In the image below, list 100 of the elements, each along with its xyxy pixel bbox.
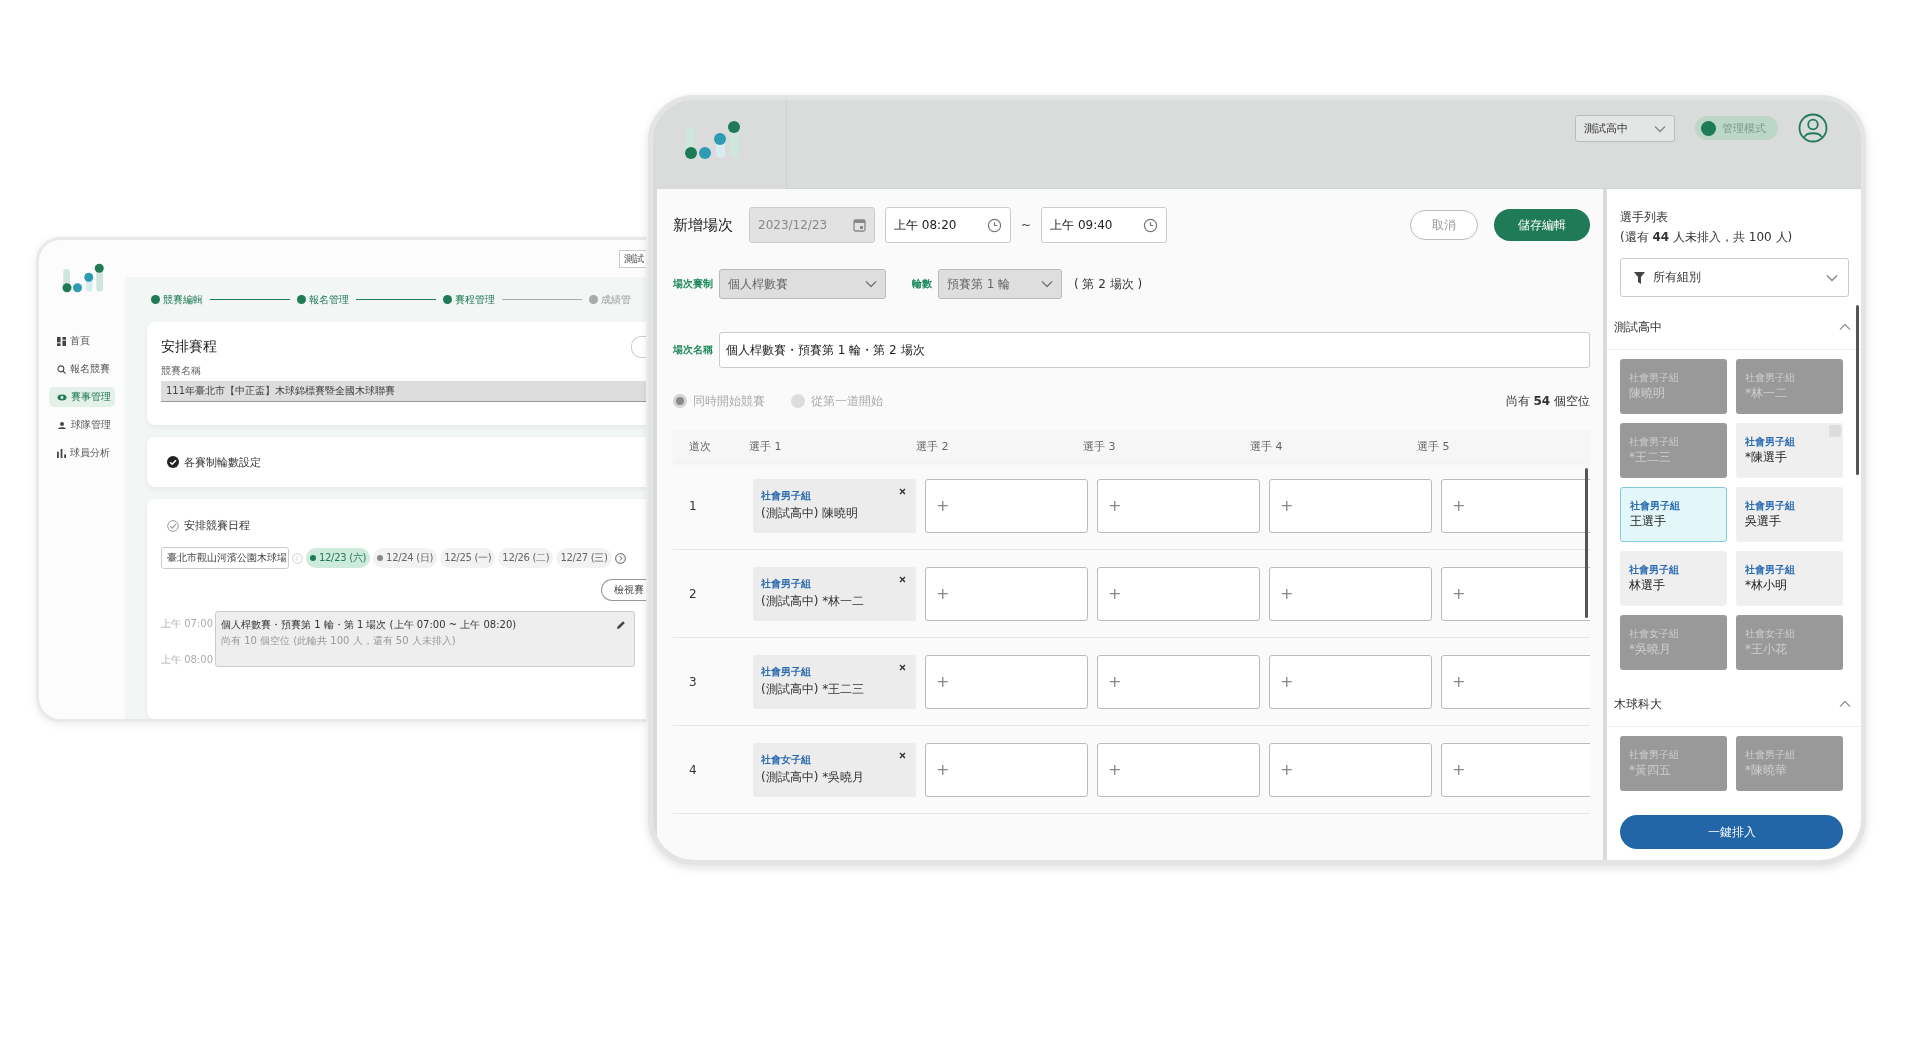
date-chip[interactable]: 12/27 (三): [556, 548, 612, 568]
auto-assign-button[interactable]: 一鍵排入: [1620, 815, 1843, 849]
step-label[interactable]: 報名管理: [309, 292, 349, 307]
session-number: ( 第 2 場次 ): [1074, 275, 1143, 293]
player-chip[interactable]: 社會男子組 (測試高中) 陳曉明: [753, 478, 916, 533]
nav-item[interactable]: 球員分析: [49, 443, 115, 463]
logo-icon: [61, 263, 106, 293]
add-player-slot[interactable]: +: [1441, 654, 1590, 709]
nav-item[interactable]: 球隊管理: [49, 415, 115, 435]
time-field[interactable]: 上午 09:40: [1041, 207, 1168, 243]
clock-icon: [1143, 217, 1159, 233]
school-select[interactable]: 測試: [619, 249, 646, 268]
section-title: 安排競賽日程: [184, 518, 250, 533]
close-icon[interactable]: [899, 663, 906, 671]
arrow-right-icon[interactable]: [614, 552, 626, 564]
column-header: 選手 2: [916, 438, 950, 454]
add-player-slot[interactable]: +: [925, 478, 1088, 533]
chevron-down-icon: [1654, 124, 1666, 133]
chevron-up-icon[interactable]: [1839, 700, 1851, 708]
add-player-slot[interactable]: +: [925, 654, 1088, 709]
chevron-down-icon: [1041, 280, 1053, 288]
cancel-button[interactable]: 取消: [1410, 210, 1478, 240]
nav-item[interactable]: 報名競賽: [49, 359, 115, 379]
add-player-slot[interactable]: +: [1441, 478, 1590, 533]
add-player-slot[interactable]: +: [925, 566, 1088, 621]
section-title: 各賽制輪數設定: [184, 454, 261, 470]
school-heading[interactable]: 木球科大: [1614, 695, 1662, 713]
time-field[interactable]: 上午 08:20: [885, 207, 1011, 243]
field-label: 輪數: [912, 277, 932, 291]
column-header: 選手 5: [1417, 438, 1451, 454]
user-icon[interactable]: [1798, 113, 1828, 143]
step-label[interactable]: 賽程管理: [455, 292, 495, 307]
venue-select[interactable]: 臺北市觀山河濱公園木球場: [161, 547, 289, 569]
chevron-up-icon[interactable]: [1839, 323, 1851, 331]
person-icon: [57, 420, 67, 430]
column-header: 道次: [689, 438, 712, 454]
panel-title: 選手列表: [1619, 209, 1669, 226]
lane-number: 4: [689, 762, 698, 777]
group-filter[interactable]: 所有組別: [1620, 258, 1849, 297]
add-player-slot[interactable]: +: [1097, 742, 1260, 797]
vacancy-count: 尚有 54 個空位: [1505, 392, 1590, 410]
add-player-slot[interactable]: +: [1097, 566, 1260, 621]
add-player-slot[interactable]: +: [925, 742, 1088, 797]
pencil-icon[interactable]: [616, 620, 626, 630]
calendar-icon: [853, 218, 866, 232]
add-player-slot[interactable]: +: [1269, 566, 1432, 621]
step-label[interactable]: 成績管: [601, 292, 631, 307]
add-player-slot[interactable]: +: [1269, 742, 1432, 797]
lane-number: 3: [689, 674, 698, 689]
logo-icon: [683, 120, 743, 160]
clock-icon: [987, 217, 1002, 233]
school-heading[interactable]: 測試高中: [1614, 318, 1662, 336]
step-label[interactable]: 競賽編輯: [163, 292, 203, 307]
field-label: 場次名稱: [673, 343, 713, 357]
date-chip[interactable]: 12/24 (日): [373, 548, 438, 568]
add-player-slot[interactable]: +: [1097, 478, 1260, 533]
column-header: 選手 1: [749, 438, 783, 454]
add-player-slot[interactable]: +: [1441, 566, 1590, 621]
player-card[interactable]: 社會男子組 林選手: [1620, 551, 1727, 606]
school-select[interactable]: 測試高中: [1575, 115, 1675, 142]
round-select[interactable]: 預賽第 1 輪: [938, 269, 1062, 299]
close-icon[interactable]: [899, 487, 906, 495]
nav-item[interactable]: 賽事管理: [49, 387, 115, 407]
column-header: 選手 4: [1250, 438, 1284, 454]
player-card[interactable]: 社會男子組 王選手: [1620, 487, 1727, 542]
date-field[interactable]: 2023/12/23: [749, 207, 875, 243]
add-player-slot[interactable]: +: [1097, 654, 1260, 709]
input-field[interactable]: 個人桿數賽・預賽第 1 輪・第 2 場次: [719, 332, 1590, 368]
eye-icon: [57, 392, 67, 402]
bar-chart-icon: [57, 448, 66, 458]
date-chip[interactable]: 12/25 (一): [440, 548, 496, 568]
unplaced-summary: (還有 44 人未排入，共 100 人): [1619, 229, 1794, 246]
player-card[interactable]: 社會男子組 吳選手: [1736, 487, 1843, 542]
chevron-down-icon: [865, 280, 877, 288]
add-player-slot[interactable]: +: [1441, 742, 1590, 797]
player-chip[interactable]: 社會女子組 (測試高中) *吳曉月: [753, 742, 916, 797]
section-title: 安排賽程: [161, 338, 217, 356]
date-chip[interactable]: 12/23 (六): [306, 548, 371, 568]
nav-item[interactable]: 首頁: [49, 331, 115, 351]
range-separator: ~: [1021, 218, 1032, 232]
player-card[interactable]: 社會男子組 *陳選手: [1736, 423, 1843, 478]
save-button[interactable]: 儲存編輯: [1494, 209, 1590, 241]
field-label: 競賽名稱: [161, 364, 202, 378]
format-select[interactable]: 個人桿數賽: [719, 269, 886, 299]
column-header: 選手 3: [1083, 438, 1117, 454]
input-field[interactable]: 111年臺北市【中正盃】木球錦標賽暨全國木球聯賽: [161, 381, 646, 402]
field-label: 場次賽制: [673, 277, 713, 291]
player-card[interactable]: 社會男子組 *林小明: [1736, 551, 1843, 606]
date-chip[interactable]: 12/26 (二): [498, 548, 554, 568]
close-icon[interactable]: [899, 575, 906, 583]
lane-number: 2: [689, 586, 698, 601]
dashboard-icon: [57, 336, 66, 346]
session-title: 個人桿數賽・預賽第 1 輪・第 1 場次 (上午 07:00 ~ 上午 08:20): [221, 618, 517, 632]
session-card[interactable]: 個人桿數賽・預賽第 1 輪・第 1 場次 (上午 07:00 ~ 上午 08:20) 尚有 10 個空位 (此輪共 100 人，還有 50 人未排入): [215, 611, 635, 667]
add-player-slot[interactable]: +: [1269, 654, 1432, 709]
session-detail: 尚有 10 個空位 (此輪共 100 人，還有 50 人未排入): [221, 634, 456, 648]
add-player-slot[interactable]: +: [1269, 478, 1432, 533]
player-chip[interactable]: 社會男子組 (測試高中) *王二三: [753, 654, 916, 709]
player-chip[interactable]: 社會男子組 (測試高中) *林一二: [753, 566, 916, 621]
close-icon[interactable]: [899, 751, 906, 759]
